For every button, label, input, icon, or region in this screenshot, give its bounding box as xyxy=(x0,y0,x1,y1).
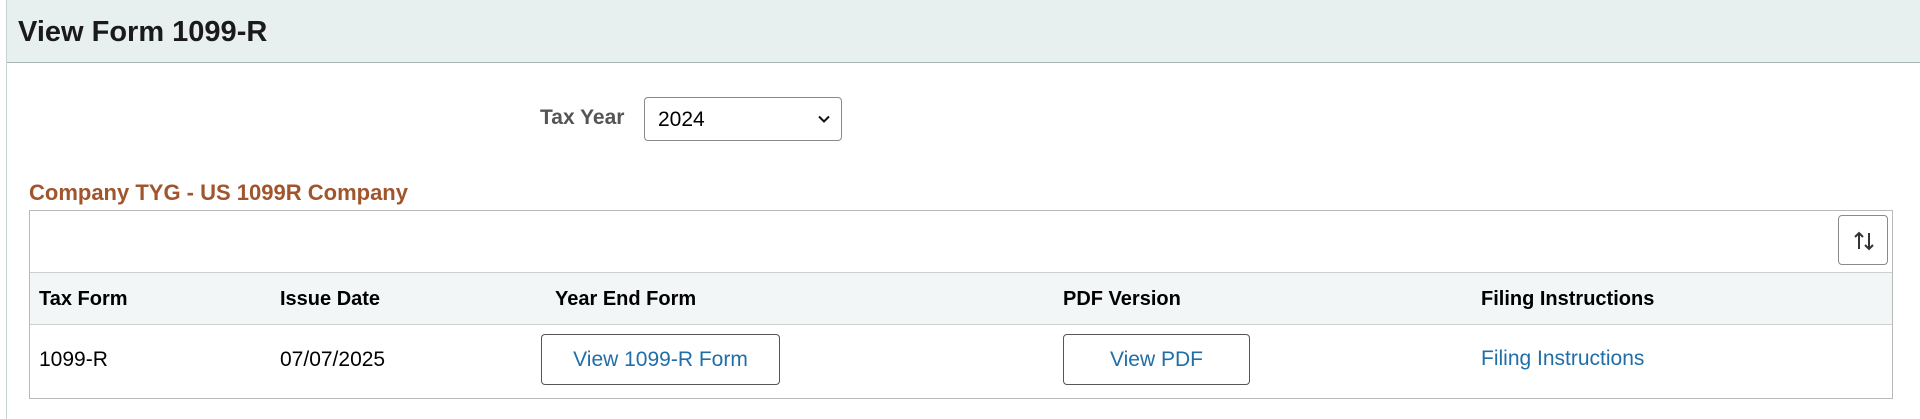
grid-toolbar xyxy=(30,211,1892,273)
company-title: Company TYG - US 1099R Company xyxy=(29,180,408,205)
sort-arrows-icon xyxy=(1854,231,1874,251)
filing-instructions-link[interactable]: Filing Instructions xyxy=(1481,347,1644,371)
chevron-down-icon xyxy=(818,115,830,123)
table-row: 1099-R 07/07/2025 View 1099-R Form View … xyxy=(30,325,1892,398)
column-header-year-end-form: Year End Form xyxy=(555,288,697,310)
column-header-pdf-version: PDF Version xyxy=(1063,288,1181,310)
tax-year-label: Tax Year xyxy=(540,106,625,129)
column-header-issue-date: Issue Date xyxy=(280,288,381,310)
tax-year-value: 2024 xyxy=(658,108,705,131)
page-header: View Form 1099-R xyxy=(7,0,1920,63)
issue-date-cell: 07/07/2025 xyxy=(280,348,386,371)
page-title: View Form 1099-R xyxy=(18,16,268,48)
forms-grid: Tax Form Issue Date Year End Form PDF Ve… xyxy=(29,210,1893,399)
tax-year-select[interactable]: 2024 xyxy=(644,97,842,141)
view-1099r-form-button[interactable]: View 1099-R Form xyxy=(541,334,780,385)
page: View Form 1099-R Tax Year 2024 Company T… xyxy=(6,0,1920,419)
column-header-filing-instructions: Filing Instructions xyxy=(1481,288,1655,310)
sort-button[interactable] xyxy=(1838,215,1888,265)
tax-form-cell: 1099-R xyxy=(39,348,108,371)
column-header-tax-form: Tax Form xyxy=(39,288,128,310)
grid-header-row: Tax Form Issue Date Year End Form PDF Ve… xyxy=(30,273,1892,325)
view-pdf-button[interactable]: View PDF xyxy=(1063,334,1250,385)
